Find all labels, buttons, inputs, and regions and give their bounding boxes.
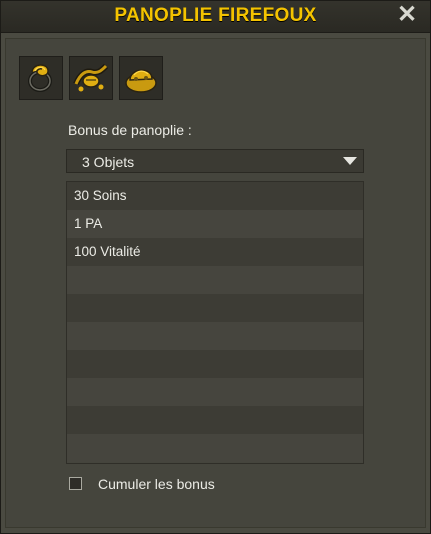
item-count-select[interactable]: 3 Objets <box>66 149 364 173</box>
bonus-row: 30 Soins <box>67 182 363 210</box>
bonus-row <box>67 350 363 378</box>
title-bar[interactable]: PANOPLIE FIREFOUX ✕ <box>1 1 430 33</box>
bonus-row <box>67 378 363 406</box>
belt-item-slot[interactable] <box>69 56 113 100</box>
cumulate-label[interactable]: Cumuler les bonus <box>98 476 215 492</box>
bonus-row <box>67 266 363 294</box>
bonus-row <box>67 406 363 434</box>
bonus-row <box>67 294 363 322</box>
content-panel: Bonus de panoplie : 3 Objets 30 Soins 1 P… <box>5 38 426 528</box>
ring-item-icon <box>28 64 52 92</box>
hat-item-icon <box>125 69 157 93</box>
window-title: PANOPLIE FIREFOUX <box>114 5 317 26</box>
bonus-row: 100 Vitalité <box>67 238 363 266</box>
bonus-label: Bonus de panoplie : <box>68 122 192 138</box>
item-count-value: 3 Objets <box>82 154 135 170</box>
bonus-row <box>67 322 363 350</box>
bonus-row: 1 PA <box>67 210 363 238</box>
bonus-row <box>67 434 363 462</box>
set-window: PANOPLIE FIREFOUX ✕ Bonus de panoplie: … <box>0 0 431 534</box>
bonus-list[interactable]: 30 Soins 1 PA 100 Vitalité <box>66 181 364 464</box>
cumulate-checkbox[interactable] <box>69 477 82 490</box>
close-icon[interactable]: ✕ <box>396 3 418 27</box>
ring-item-slot[interactable] <box>19 56 63 100</box>
belt-item-icon <box>73 63 109 92</box>
chevron-down-icon <box>343 157 357 165</box>
hat-item-slot[interactable] <box>119 56 163 100</box>
